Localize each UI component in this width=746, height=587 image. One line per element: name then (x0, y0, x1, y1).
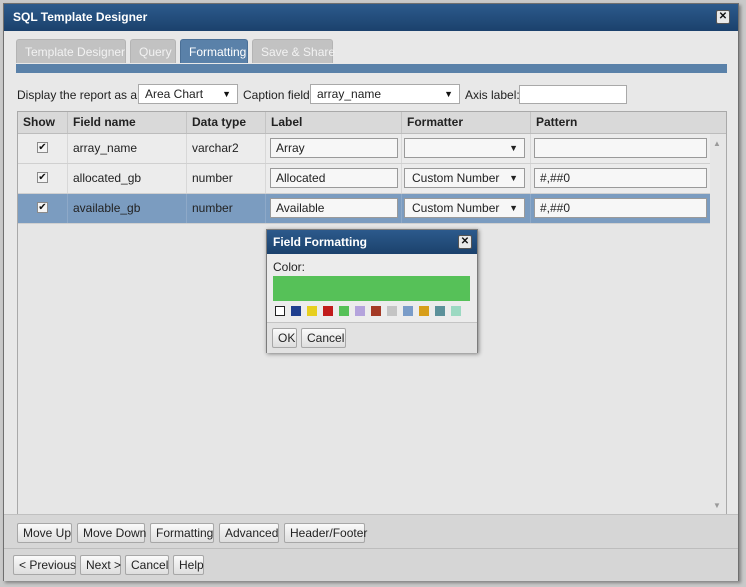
header-pattern: Pattern (530, 112, 710, 133)
formatter-cell: Custom Number ▼ (401, 194, 530, 223)
color-swatch[interactable] (339, 306, 349, 316)
window-titlebar: SQL Template Designer ✕ (4, 4, 738, 31)
pattern-input[interactable]: #,##0 (534, 168, 707, 188)
label-cell: Allocated (265, 164, 401, 193)
color-swatch[interactable] (403, 306, 413, 316)
window-close-icon[interactable]: ✕ (716, 10, 730, 24)
pattern-cell: #,##0 (530, 194, 710, 223)
formatter-select[interactable]: ▼ (404, 138, 525, 158)
table-row[interactable]: ✔ allocated_gb number Allocated Custom N… (18, 164, 710, 194)
dialog-close-icon[interactable]: ✕ (458, 235, 472, 249)
show-cell: ✔ (18, 164, 67, 193)
field-name-cell: allocated_gb (67, 164, 186, 193)
show-cell: ✔ (18, 194, 67, 223)
tab-query[interactable]: Query (130, 39, 176, 63)
move-down-button[interactable]: Move Down (77, 523, 146, 543)
caption-field-value: array_name (317, 87, 382, 101)
dialog-title: Field Formatting (273, 235, 367, 249)
formatting-button[interactable]: Formatting (150, 523, 214, 543)
formatter-cell: Custom Number ▼ (401, 164, 530, 193)
scroll-down-icon[interactable]: ▼ (713, 501, 721, 510)
label-input[interactable]: Allocated (270, 168, 398, 188)
color-swatch[interactable] (387, 306, 397, 316)
wizard-nav-bar: < Previous Next > Cancel Help (4, 548, 738, 581)
header-show: Show (23, 115, 55, 129)
display-as-select[interactable]: Area Chart ▼ (138, 84, 238, 104)
pattern-cell (530, 134, 710, 163)
next-button[interactable]: Next > (80, 555, 121, 575)
chevron-down-icon: ▼ (444, 89, 453, 99)
show-checkbox[interactable]: ✔ (37, 142, 48, 153)
pattern-input[interactable] (534, 138, 707, 158)
header-formatter: Formatter (401, 112, 530, 133)
field-formatting-dialog: Field Formatting ✕ Color: OK Cancel (266, 229, 478, 353)
dialog-footer: OK Cancel (267, 322, 477, 353)
display-as-label: Display the report as a: (17, 88, 141, 102)
color-swatch[interactable] (323, 306, 333, 316)
header-field-name: Field name (67, 112, 186, 133)
show-checkbox[interactable]: ✔ (37, 202, 48, 213)
color-swatch[interactable] (275, 306, 285, 316)
color-swatch[interactable] (435, 306, 445, 316)
show-checkbox[interactable]: ✔ (37, 172, 48, 183)
label-input[interactable]: Array (270, 138, 398, 158)
header-footer-button[interactable]: Header/Footer (284, 523, 367, 543)
tab-underline (16, 64, 727, 73)
axis-label-label: Axis label: (465, 88, 520, 102)
header-data-type: Data type (186, 112, 265, 133)
formatter-value: Custom Number (412, 171, 500, 185)
label-cell: Available (265, 194, 401, 223)
chevron-down-icon: ▼ (509, 173, 518, 183)
data-type-cell: number (186, 194, 265, 223)
formatter-select[interactable]: Custom Number ▼ (404, 198, 525, 218)
axis-label-input[interactable] (519, 85, 627, 104)
grid-header: Show Field name Data type Label Formatte… (18, 112, 726, 134)
label-input[interactable]: Available (270, 198, 398, 218)
cancel-button[interactable]: Cancel (125, 555, 169, 575)
previous-button[interactable]: < Previous (13, 555, 76, 575)
chevron-down-icon: ▼ (509, 203, 518, 213)
tab-formatting[interactable]: Formatting (180, 39, 248, 63)
dialog-cancel-button[interactable]: Cancel (301, 328, 346, 348)
formatter-cell: ▼ (401, 134, 530, 163)
caption-field-label: Caption field: (243, 88, 314, 102)
field-name-cell: array_name (67, 134, 186, 163)
color-swatch[interactable] (355, 306, 365, 316)
formatter-value: Custom Number (412, 201, 500, 215)
header-label: Label (265, 112, 401, 133)
ok-button[interactable]: OK (272, 328, 297, 348)
color-swatch[interactable] (307, 306, 317, 316)
data-type-cell: number (186, 164, 265, 193)
color-swatch[interactable] (451, 306, 461, 316)
help-button[interactable]: Help (173, 555, 204, 575)
formatter-select[interactable]: Custom Number ▼ (404, 168, 525, 188)
table-row-selected[interactable]: ✔ available_gb number Available Custom N… (18, 194, 710, 224)
chevron-down-icon: ▼ (222, 89, 231, 99)
window-title: SQL Template Designer (13, 10, 148, 24)
tab-template-designer[interactable]: Template Designer (16, 39, 126, 63)
caption-field-select[interactable]: array_name ▼ (310, 84, 460, 104)
show-cell: ✔ (18, 134, 67, 163)
color-label: Color: (273, 260, 306, 274)
selected-color-preview (273, 276, 470, 301)
color-swatch[interactable] (371, 306, 381, 316)
display-options-row: Display the report as a: Area Chart ▼ Ca… (17, 84, 728, 106)
grid-scrollbar[interactable]: ▲ ▼ (710, 134, 726, 514)
chevron-down-icon: ▼ (509, 143, 518, 153)
color-swatch[interactable] (419, 306, 429, 316)
pattern-input[interactable]: #,##0 (534, 198, 707, 218)
move-up-button[interactable]: Move Up (17, 523, 72, 543)
field-actions-bar: Move Up Move Down Formatting Advanced He… (4, 514, 738, 549)
advanced-button[interactable]: Advanced (219, 523, 279, 543)
display-as-value: Area Chart (145, 87, 204, 101)
dialog-titlebar: Field Formatting ✕ (267, 230, 477, 254)
scroll-up-icon[interactable]: ▲ (713, 139, 721, 148)
tab-save-share[interactable]: Save & Share (252, 39, 335, 63)
table-row[interactable]: ✔ array_name varchar2 Array ▼ (18, 134, 710, 164)
field-name-cell: available_gb (67, 194, 186, 223)
data-type-cell: varchar2 (186, 134, 265, 163)
pattern-cell: #,##0 (530, 164, 710, 193)
color-swatch[interactable] (291, 306, 301, 316)
label-cell: Array (265, 134, 401, 163)
